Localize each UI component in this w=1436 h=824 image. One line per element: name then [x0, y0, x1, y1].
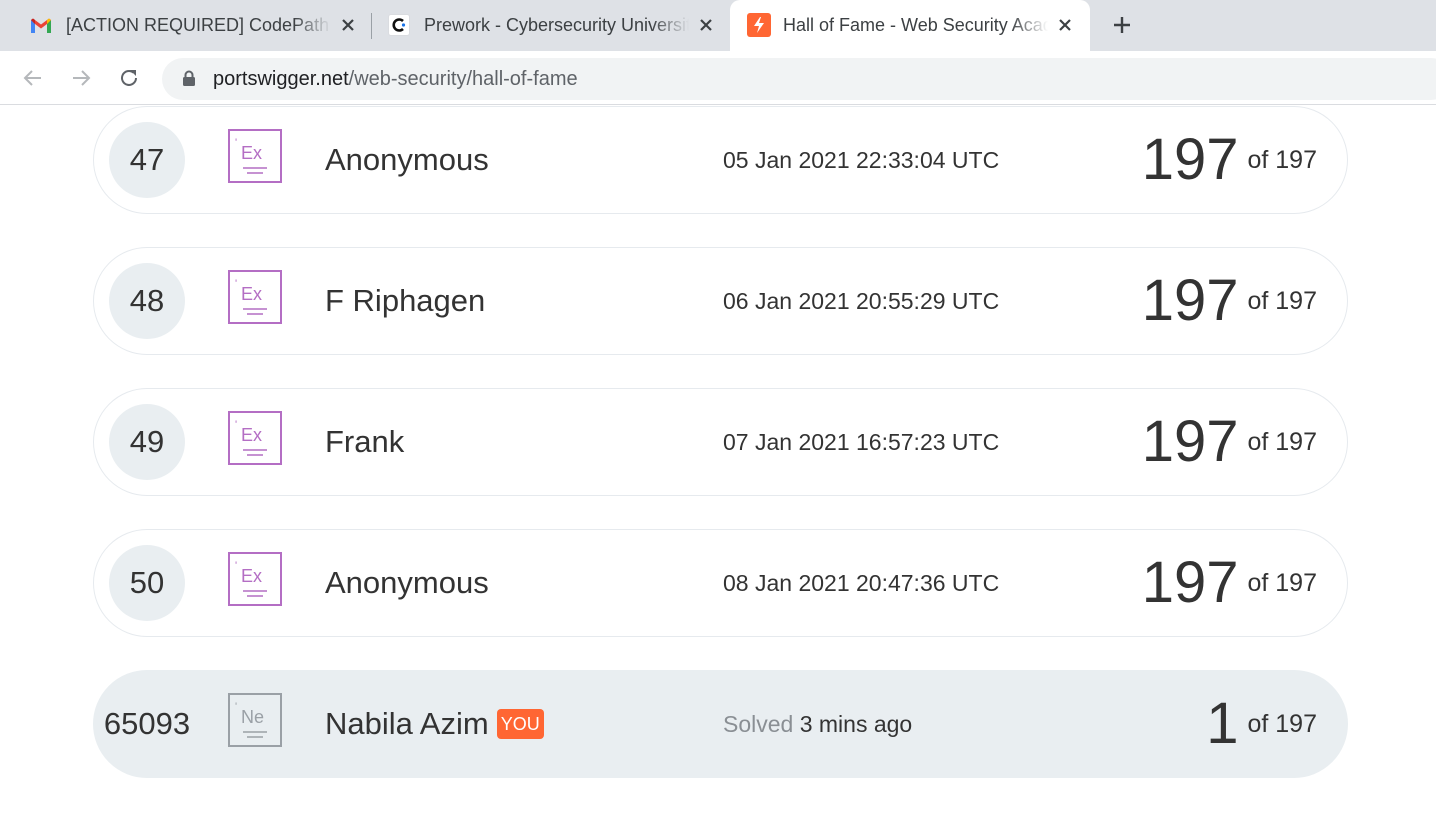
- completion-date: 08 Jan 2021 20:47:36 UTC: [723, 570, 1000, 596]
- svg-text:': ': [235, 701, 237, 713]
- rank-number: 48: [109, 263, 185, 339]
- user-name: Anonymous: [325, 142, 489, 177]
- close-tab-icon[interactable]: [694, 13, 718, 37]
- user-name: F Riphagen: [325, 283, 486, 318]
- reload-icon[interactable]: [114, 63, 144, 93]
- close-tab-icon[interactable]: [336, 13, 360, 37]
- badge-text: Ex: [241, 566, 262, 586]
- user-name: Nabila Azim: [325, 706, 489, 741]
- expert-badge-icon: ' Ex: [228, 129, 282, 183]
- total-count: of 197: [1247, 568, 1317, 597]
- svg-text:': ': [235, 560, 237, 572]
- svg-text:': ': [235, 419, 237, 431]
- expert-badge-icon: ' Ex: [228, 411, 282, 465]
- score: 197 of 197: [1142, 389, 1317, 495]
- svg-text:': ': [235, 278, 237, 290]
- leaderboard-row: 48 ' Ex F Riphagen 06 Jan 2021 20:55:29 …: [93, 247, 1348, 355]
- lock-icon[interactable]: [182, 70, 196, 92]
- solved-count: 197: [1141, 127, 1239, 192]
- tab-hall-of-fame[interactable]: Hall of Fame - Web Security Academy: [730, 0, 1090, 51]
- badge-text: Ex: [241, 284, 262, 304]
- badge-text: Ex: [241, 425, 262, 445]
- url-text: portswigger.net/web-security/hall-of-fam…: [213, 58, 578, 100]
- you-badge: YOU: [496, 709, 544, 739]
- rank-number: 65093: [103, 706, 191, 741]
- solved-count: 197: [1141, 550, 1239, 615]
- completion-date: 05 Jan 2021 22:33:04 UTC: [723, 147, 1000, 173]
- tab-title: Hall of Fame - Web Security Academy: [783, 15, 1048, 35]
- rank-number: 49: [109, 404, 185, 480]
- completion-date: 06 Jan 2021 20:55:29 UTC: [723, 288, 1000, 314]
- score: 197 of 197: [1142, 530, 1317, 636]
- url-path: /web-security/hall-of-fame: [348, 68, 578, 90]
- new-tab-icon[interactable]: [1108, 11, 1136, 39]
- solved-status: Solved 3 mins ago: [723, 671, 912, 777]
- close-tab-icon[interactable]: [1053, 13, 1077, 37]
- user-name-container: Nabila Azim YOU: [325, 671, 544, 777]
- codepath-icon: [388, 14, 410, 36]
- tab-title: Prework - Cybersecurity University: [424, 15, 689, 35]
- leaderboard-row: 47 ' Ex Anonymous 05 Jan 2021 22:33:04 U…: [93, 106, 1348, 214]
- forward-icon[interactable]: [66, 63, 96, 93]
- total-count: of 197: [1247, 709, 1317, 738]
- total-count: of 197: [1247, 286, 1317, 315]
- svg-text:': ': [235, 137, 237, 149]
- badge-text: Ex: [241, 143, 262, 163]
- tab-gmail[interactable]: [ACTION REQUIRED] CodePath application: [0, 0, 372, 51]
- current-user-row: 65093 ' Ne Nabila Azim YOU Solved 3 mins…: [93, 670, 1348, 778]
- score: 197 of 197: [1142, 107, 1317, 213]
- hall-of-fame-leaderboard: 47 ' Ex Anonymous 05 Jan 2021 22:33:04 U…: [0, 106, 1436, 824]
- gmail-icon: [30, 14, 52, 36]
- solved-label: Solved: [723, 711, 794, 737]
- newbie-badge-icon: ' Ne: [228, 693, 282, 747]
- back-icon[interactable]: [18, 63, 48, 93]
- total-count: of 197: [1247, 145, 1317, 174]
- badge-text: Ne: [241, 707, 264, 727]
- total-count: of 197: [1247, 427, 1317, 456]
- portswigger-icon: [747, 13, 771, 37]
- browser-toolbar: portswigger.net/web-security/hall-of-fam…: [0, 51, 1436, 105]
- rank-number: 50: [109, 545, 185, 621]
- score: 1 of 197: [1206, 671, 1317, 777]
- solved-time: 3 mins ago: [799, 711, 913, 737]
- expert-badge-icon: ' Ex: [228, 270, 282, 324]
- expert-badge-icon: ' Ex: [228, 552, 282, 606]
- solved-count: 197: [1141, 409, 1239, 474]
- score: 197 of 197: [1142, 248, 1317, 354]
- leaderboard-row: 50 ' Ex Anonymous 08 Jan 2021 20:47:36 U…: [93, 529, 1348, 637]
- rank-number: 47: [109, 122, 185, 198]
- url-host: portswigger.net: [213, 68, 349, 90]
- tab-title: [ACTION REQUIRED] CodePath application: [66, 15, 331, 35]
- completion-date: 07 Jan 2021 16:57:23 UTC: [723, 429, 1000, 455]
- solved-count: 1: [1206, 691, 1239, 756]
- leaderboard-row: 49 ' Ex Frank 07 Jan 2021 16:57:23 UTC 1…: [93, 388, 1348, 496]
- user-name: Anonymous: [325, 565, 489, 600]
- user-name: Frank: [325, 424, 405, 459]
- address-bar[interactable]: portswigger.net/web-security/hall-of-fam…: [162, 58, 1436, 100]
- browser-tab-strip: [ACTION REQUIRED] CodePath application P…: [0, 0, 1436, 51]
- solved-count: 197: [1141, 268, 1239, 333]
- tab-prework[interactable]: Prework - Cybersecurity University: [358, 0, 730, 51]
